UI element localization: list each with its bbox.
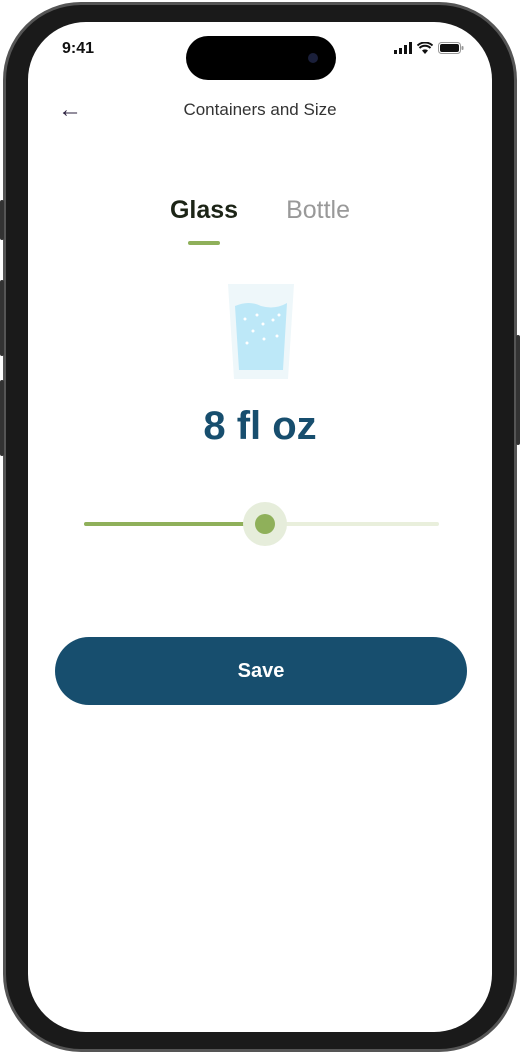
phone-volume-up (0, 280, 4, 356)
camera-icon (308, 53, 318, 63)
container-size-value: 8 fl oz (203, 404, 317, 448)
app-screen: 9:41 ← Containers and Size Glass Bottle … (28, 22, 492, 1032)
slider-fill (84, 522, 266, 526)
container-tabs: Glass Bottle (28, 196, 492, 237)
size-slider[interactable] (84, 502, 439, 546)
phone-volume-down (0, 380, 4, 456)
battery-icon (438, 42, 464, 54)
status-icons (394, 42, 464, 54)
dynamic-island (186, 36, 336, 80)
slider-thumb[interactable] (243, 502, 288, 546)
tab-bottle[interactable]: Bottle (286, 196, 350, 237)
save-button[interactable]: Save (55, 637, 467, 705)
phone-power-button (516, 335, 520, 445)
phone-action-button (0, 200, 4, 240)
tab-glass[interactable]: Glass (170, 196, 238, 237)
wifi-icon (417, 42, 433, 54)
page-title: Containers and Size (183, 100, 337, 119)
signal-icon (394, 42, 412, 54)
water-glass-icon (228, 284, 294, 379)
status-time: 9:41 (62, 40, 95, 57)
